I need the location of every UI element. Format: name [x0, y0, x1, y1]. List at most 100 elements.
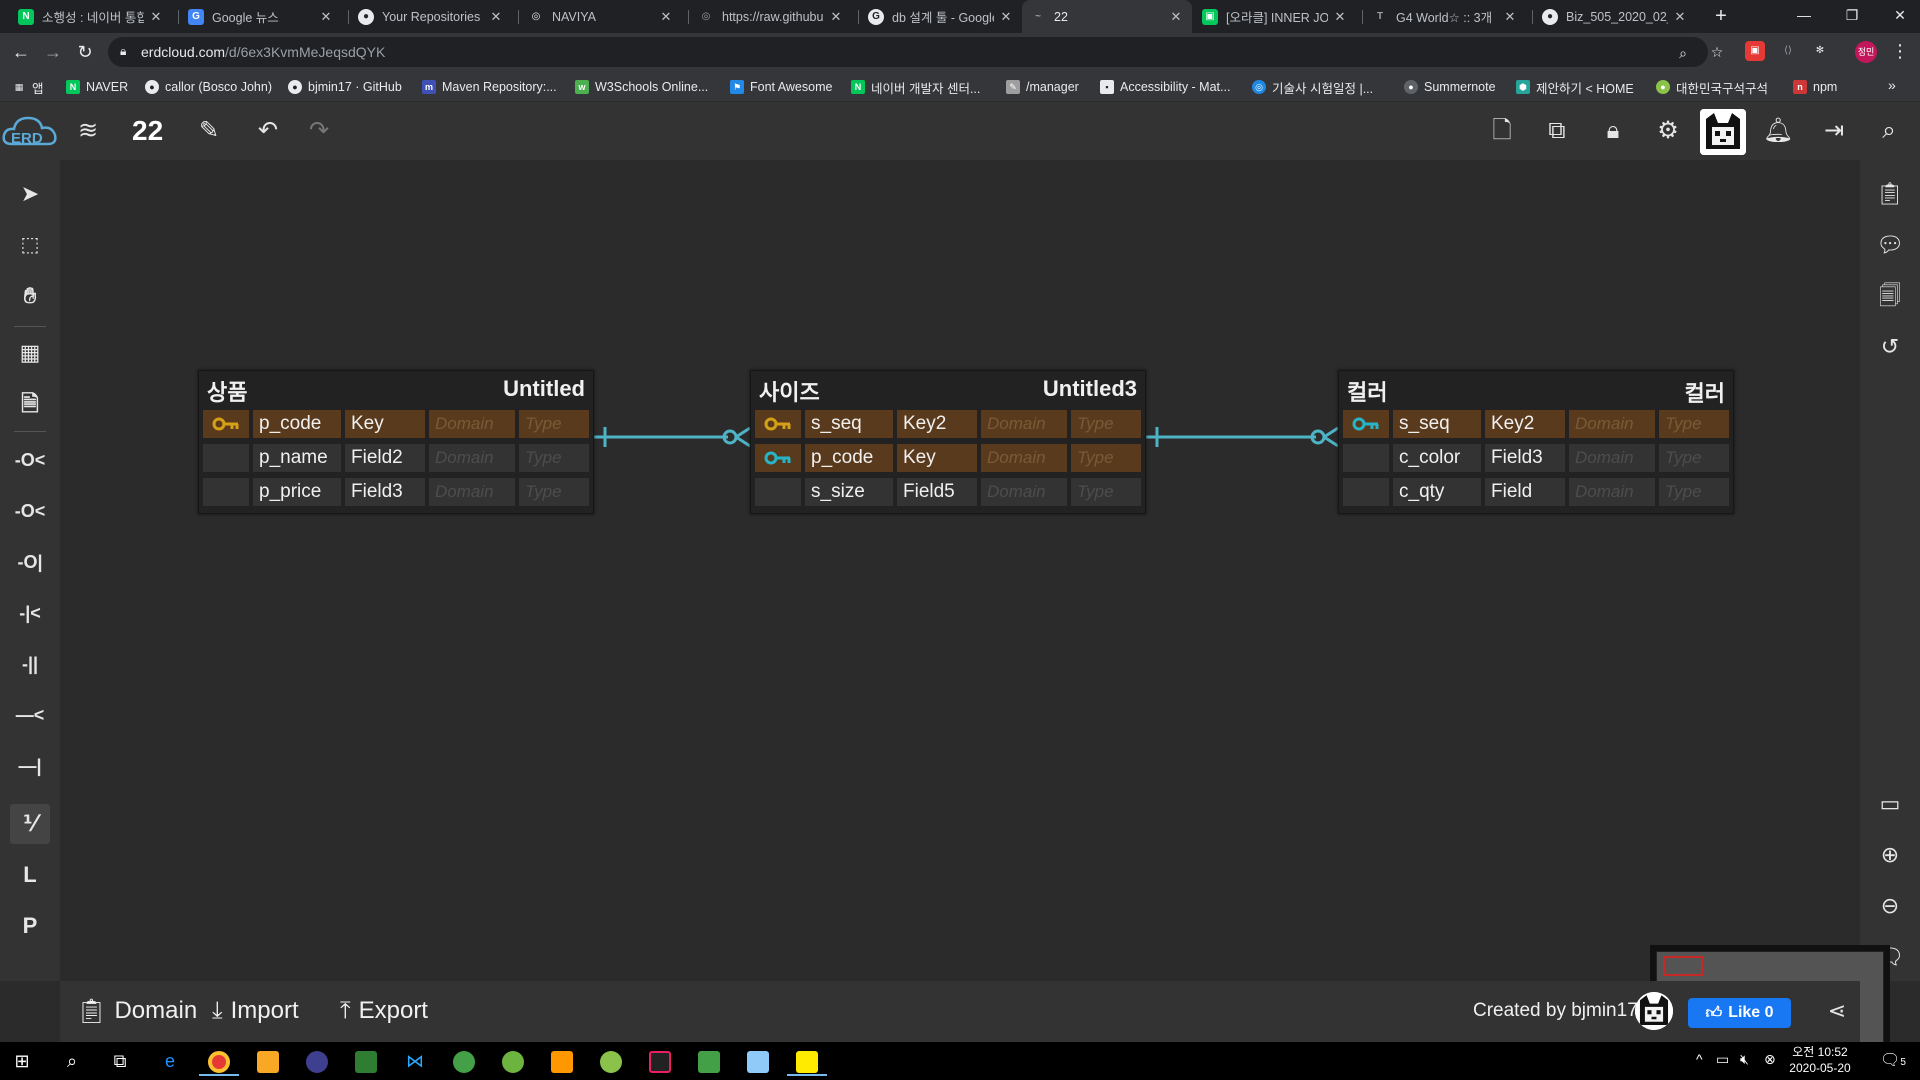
- browser-tab[interactable]: T G4 World☆ :: 3개 ✕: [1364, 0, 1526, 33]
- task-view-icon[interactable]: ⧉: [100, 1046, 140, 1076]
- edge-icon[interactable]: e: [150, 1046, 190, 1076]
- column-row[interactable]: s_size Field5 Domain Type: [751, 475, 1145, 509]
- share-icon[interactable]: ⋖: [1822, 995, 1852, 1027]
- one-only-relation-icon[interactable]: -||: [10, 644, 50, 684]
- undo-icon[interactable]: ↶: [252, 115, 284, 147]
- column-physical-name[interactable]: s_seq: [1393, 410, 1481, 438]
- history-icon[interactable]: ↺: [1870, 327, 1910, 367]
- close-icon[interactable]: ✕: [148, 9, 164, 25]
- column-row[interactable]: p_name Field2 Domain Type: [199, 441, 593, 475]
- column-row[interactable]: c_qty Field Domain Type: [1339, 475, 1733, 509]
- browser-tab[interactable]: ◎ https://raw.githubu ✕: [690, 0, 852, 33]
- browser-tab[interactable]: G Google 뉴스 ✕: [180, 0, 342, 33]
- tray-arrow-icon[interactable]: ^: [1696, 1051, 1703, 1067]
- close-window-button[interactable]: ✕: [1876, 0, 1920, 33]
- column-type[interactable]: Type: [1659, 410, 1729, 438]
- windows-start-icon[interactable]: ⊞: [2, 1046, 42, 1076]
- column-row[interactable]: s_seq Key2 Domain Type: [1339, 407, 1733, 441]
- volume-muted-icon[interactable]: 🔇︎: [1740, 1051, 1749, 1068]
- lock-icon[interactable]: 🔒︎: [1597, 115, 1629, 147]
- column-physical-name[interactable]: s_size: [805, 478, 893, 506]
- column-type[interactable]: Type: [519, 478, 589, 506]
- column-type[interactable]: Type: [1659, 444, 1729, 472]
- column-domain[interactable]: Domain: [981, 444, 1067, 472]
- like-button[interactable]: 👍︎ Like 0: [1688, 998, 1791, 1028]
- file-explorer-icon[interactable]: [248, 1046, 288, 1076]
- column-row[interactable]: c_color Field3 Domain Type: [1339, 441, 1733, 475]
- browser-tab[interactable]: ▣ [오라클] INNER JOIN ✕: [1194, 0, 1356, 33]
- bookmark-item[interactable]: m Maven Repository:...: [422, 77, 557, 97]
- minimap-viewport[interactable]: [1663, 956, 1703, 976]
- browser-tab[interactable]: ◎ NAVIYA ✕: [520, 0, 682, 33]
- physical-mode-icon[interactable]: P: [10, 906, 50, 946]
- intellij-icon[interactable]: [640, 1046, 680, 1076]
- search-icon[interactable]: ⌕: [52, 1046, 92, 1076]
- bookmark-item[interactable]: ✎ /manager: [1006, 77, 1079, 97]
- er-table[interactable]: 사이즈 Untitled3 s_seq Key2 Domain Type p_c…: [750, 370, 1146, 514]
- bookmarks-overflow-icon[interactable]: »: [1888, 77, 1896, 93]
- close-icon[interactable]: ✕: [828, 9, 844, 25]
- column-type[interactable]: Type: [519, 444, 589, 472]
- bookmark-item[interactable]: ⚑ Font Awesome: [730, 77, 832, 97]
- zoom-in-icon[interactable]: ⊕: [1870, 835, 1910, 875]
- zero-or-one-relation-icon[interactable]: -O|: [10, 542, 50, 582]
- bookmark-item[interactable]: ● Summernote: [1404, 77, 1496, 97]
- diagram-title[interactable]: 22: [132, 115, 163, 147]
- browser-tab-active[interactable]: ~ 22 ✕: [1022, 0, 1192, 33]
- clipboard-icon[interactable]: 📋︎: [1870, 174, 1910, 214]
- column-type[interactable]: Type: [1071, 410, 1141, 438]
- search-icon[interactable]: ⌕: [1873, 115, 1905, 147]
- column-logical-name[interactable]: Key2: [1485, 410, 1565, 438]
- column-domain[interactable]: Domain: [981, 478, 1067, 506]
- zoom-icon[interactable]: ⌕: [1672, 42, 1694, 64]
- bookmark-star-icon[interactable]: ☆: [1706, 41, 1728, 63]
- column-domain[interactable]: Domain: [981, 410, 1067, 438]
- new-file-icon[interactable]: 🗋︎: [1486, 115, 1518, 147]
- media-player-icon[interactable]: [346, 1046, 386, 1076]
- redo-icon[interactable]: ↷: [303, 115, 335, 147]
- column-physical-name[interactable]: p_name: [253, 444, 341, 472]
- extension-icon[interactable]: ✻: [1810, 41, 1830, 61]
- column-domain[interactable]: Domain: [429, 444, 515, 472]
- zero-or-one-or-many-relation-icon[interactable]: -O<: [10, 440, 50, 480]
- minimap-toggle-icon[interactable]: ▭: [1870, 784, 1910, 824]
- memo-tool-icon[interactable]: 🗎︎: [10, 384, 50, 424]
- close-icon[interactable]: ✕: [998, 9, 1014, 25]
- column-domain[interactable]: Domain: [429, 478, 515, 506]
- table-header[interactable]: 사이즈 Untitled3: [751, 371, 1145, 407]
- table-header[interactable]: 컬러 컬러: [1339, 371, 1733, 407]
- column-domain[interactable]: Domain: [429, 410, 515, 438]
- column-logical-name[interactable]: Field3: [1485, 444, 1565, 472]
- pointer-tool-icon[interactable]: ➤: [10, 174, 50, 214]
- new-tab-button[interactable]: +: [1708, 4, 1734, 30]
- close-icon[interactable]: ✕: [1332, 9, 1348, 25]
- many-relation-icon[interactable]: —<: [10, 695, 50, 735]
- bookmark-item[interactable]: N NAVER: [66, 77, 128, 97]
- logical-mode-icon[interactable]: L: [10, 855, 50, 895]
- column-physical-name[interactable]: p_price: [253, 478, 341, 506]
- reload-button[interactable]: ↻: [72, 39, 98, 65]
- one-relation-icon[interactable]: —|: [10, 746, 50, 786]
- close-icon[interactable]: ✕: [1672, 9, 1688, 25]
- browser-tab[interactable]: ● Biz_505_2020_02_S ✕: [1534, 0, 1696, 33]
- bookmark-item[interactable]: ● 대한민국구석구석: [1656, 77, 1768, 97]
- column-row[interactable]: s_seq Key2 Domain Type: [751, 407, 1145, 441]
- layers-icon[interactable]: ≋: [72, 115, 104, 147]
- import-button[interactable]: ⤓ Import: [212, 994, 299, 1028]
- bookmark-item[interactable]: w W3Schools Online...: [575, 77, 708, 97]
- column-row[interactable]: p_code Key Domain Type: [199, 407, 593, 441]
- logout-icon[interactable]: ⇥: [1818, 115, 1850, 147]
- column-physical-name[interactable]: c_qty: [1393, 478, 1481, 506]
- extension-icon[interactable]: ▣: [1745, 41, 1765, 61]
- chrome-icon[interactable]: [199, 1046, 239, 1076]
- zoom-out-icon[interactable]: ⊖: [1870, 886, 1910, 926]
- browser-tab[interactable]: G db 설계 툴 - Google ✕: [860, 0, 1022, 33]
- bookmark-item[interactable]: N 네이버 개발자 센터...: [851, 77, 980, 97]
- column-domain[interactable]: Domain: [1569, 410, 1655, 438]
- browser-menu-icon[interactable]: ⋮: [1890, 39, 1910, 65]
- erdcloud-logo[interactable]: ERD: [0, 110, 60, 152]
- restore-button[interactable]: ❐: [1828, 0, 1876, 33]
- bookmark-item[interactable]: n npm: [1793, 77, 1837, 97]
- hand-tool-icon[interactable]: ✋︎: [10, 276, 50, 316]
- bookmark-item[interactable]: ● callor (Bosco John): [145, 77, 272, 97]
